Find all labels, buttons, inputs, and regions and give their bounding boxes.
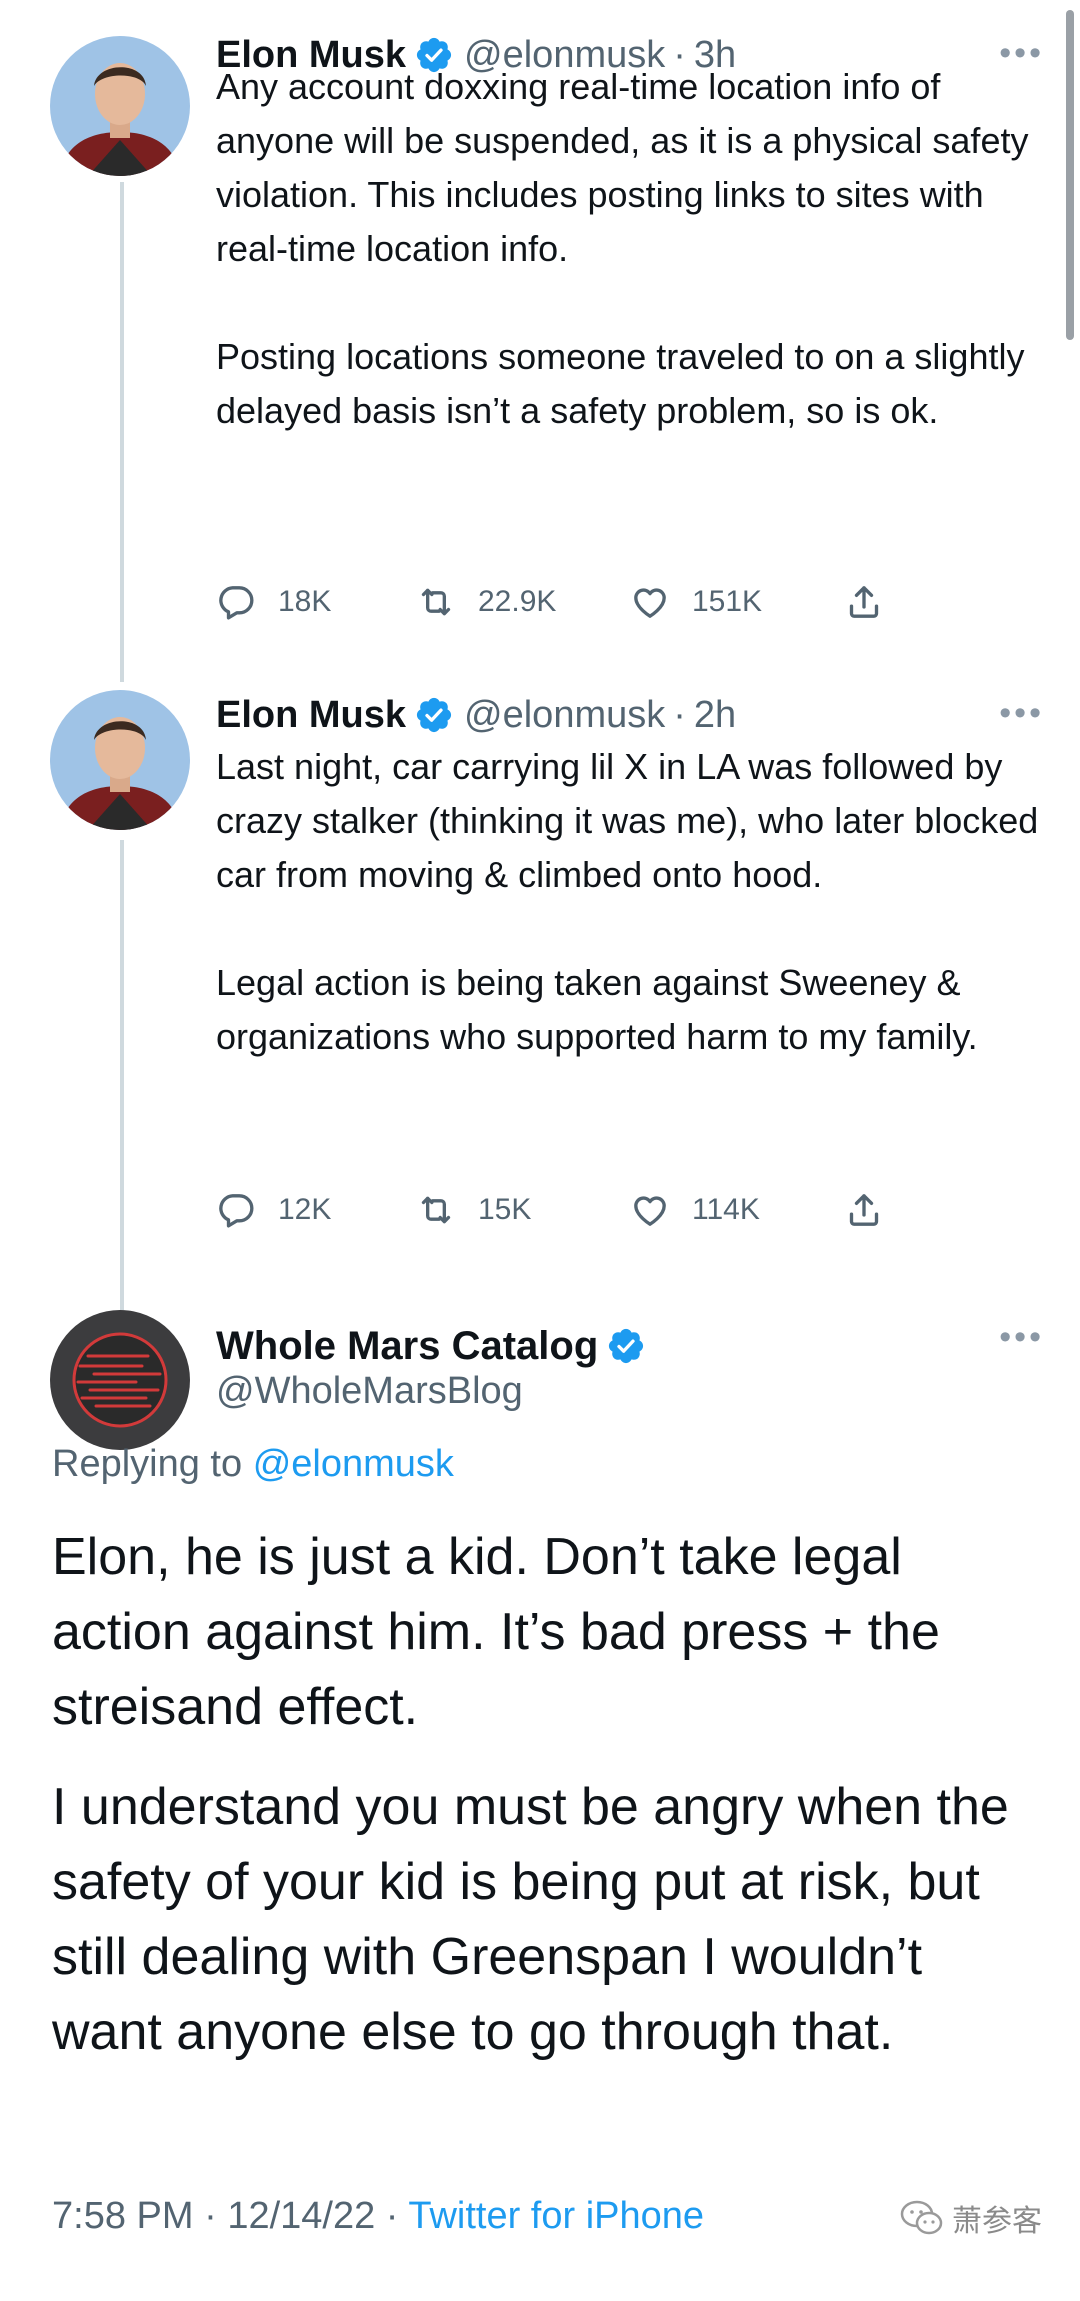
reply-icon (219, 1194, 254, 1228)
wechat-icon (900, 2200, 943, 2235)
share-icon (849, 1194, 879, 1226)
scrollbar[interactable] (1066, 10, 1074, 340)
tweet-time[interactable]: 7:58 PM (52, 2195, 194, 2237)
tweet-actions: 12K 15K 114K (216, 1185, 916, 1235)
replying-label: Replying to (52, 1443, 243, 1485)
retweet-count: 15K (478, 1193, 532, 1226)
tweet-paragraph: Posting locations someone traveled to on… (216, 336, 1025, 431)
tweet-paragraph: Legal action is being taken against Swee… (216, 962, 978, 1057)
thread-connector-line (120, 182, 124, 682)
tweet-time[interactable]: 2h (694, 694, 736, 737)
tweet-header: Whole Mars Catalog (216, 1318, 656, 1374)
tweet-paragraph: Elon, he is just a kid. Don’t take legal… (52, 1528, 940, 1736)
like-button[interactable]: 114K (630, 1185, 760, 1235)
like-button[interactable]: 151K (630, 577, 762, 627)
separator: · (385, 2195, 399, 2237)
retweet-icon (421, 1196, 451, 1224)
avatar-image (50, 36, 190, 176)
share-button[interactable] (844, 1185, 906, 1235)
reply-count: 12K (278, 1193, 332, 1226)
tweet-paragraph: Last night, car carrying lil X in LA was… (216, 746, 1039, 895)
avatar-image (50, 1310, 190, 1450)
like-icon (634, 588, 666, 618)
more-icon[interactable]: ••• (999, 1318, 1044, 1357)
reply-count: 18K (278, 585, 332, 618)
reply-icon (219, 586, 254, 620)
author-name[interactable]: Elon Musk (216, 694, 406, 737)
like-count: 114K (692, 1193, 760, 1226)
verified-badge-icon (609, 1328, 644, 1364)
verified-badge-icon (416, 697, 452, 733)
more-icon[interactable]: ••• (999, 694, 1044, 733)
tweet-source-link[interactable]: Twitter for iPhone (408, 2195, 704, 2237)
author-name[interactable]: Whole Mars Catalog (216, 1324, 598, 1369)
separator: · (204, 2195, 217, 2237)
author-handle[interactable]: @WholeMarsBlog (216, 1370, 523, 1413)
reply-button[interactable]: 18K (216, 577, 331, 627)
tweet-paragraph: Any account doxxing real-time location i… (216, 66, 1029, 269)
watermark: 萧参客 (900, 2196, 1042, 2240)
retweet-button[interactable]: 22.9K (416, 577, 556, 627)
tweet-actions: 18K 22.9K 151K (216, 577, 916, 627)
tweet-text: I understand you must be angry when the … (52, 1770, 1042, 2070)
retweet-count: 22.9K (478, 585, 557, 618)
tweet-text: Any account doxxing real-time location i… (216, 60, 1046, 438)
thread-connector-line (120, 840, 124, 1310)
retweet-icon (421, 588, 451, 616)
share-button[interactable] (844, 577, 906, 627)
tweet-header: Elon Musk @elonmusk · 2h (216, 690, 736, 740)
separator: · (673, 693, 686, 736)
share-icon (849, 586, 879, 618)
tweet-date[interactable]: 12/14/22 (227, 2195, 375, 2237)
avatar-image (50, 690, 190, 830)
tweet-paragraph: I understand you must be angry when the … (52, 1778, 1009, 2061)
like-count: 151K (692, 585, 763, 618)
avatar[interactable] (50, 690, 190, 830)
tweet-meta: 7:58 PM · 12/14/22 · Twitter for iPhone (52, 2195, 704, 2238)
tweet-text: Last night, car carrying lil X in LA was… (216, 740, 1046, 1064)
replying-mention-link[interactable]: @elonmusk (253, 1443, 454, 1485)
avatar[interactable] (50, 1310, 190, 1450)
avatar[interactable] (50, 36, 190, 176)
author-handle[interactable]: @elonmusk (464, 694, 665, 737)
reply-button[interactable]: 12K (216, 1185, 331, 1235)
like-icon (634, 1196, 666, 1226)
retweet-button[interactable]: 15K (416, 1185, 531, 1235)
watermark-text: 萧参客 (952, 2205, 1042, 2238)
replying-to: Replying to @elonmusk (52, 1443, 454, 1486)
tweet-text: Elon, he is just a kid. Don’t take legal… (52, 1520, 1042, 1745)
